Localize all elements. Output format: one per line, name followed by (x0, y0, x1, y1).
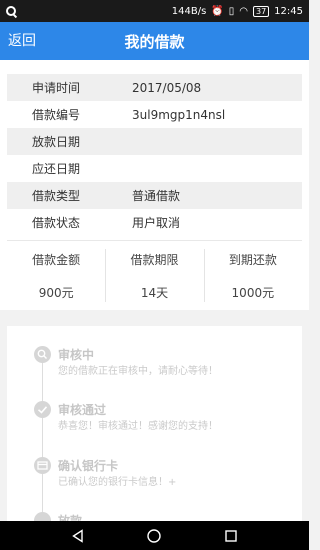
step-desc: 您的借款正在审核中，请耐心等待！ (58, 366, 218, 377)
stat-repayment: 到期还款 1000元 (203, 241, 302, 310)
detail-row-disburse-date: 放款日期 (7, 128, 302, 155)
network-speed: 144B/s (171, 5, 207, 17)
wifi-icon: ◠ (239, 5, 248, 17)
timeline-line (42, 348, 43, 521)
nav-bar: 返回 我的借款 (0, 22, 309, 60)
step-title: 审核中 (58, 348, 95, 362)
step-title: 确认银行卡 (58, 459, 119, 473)
money-icon (34, 512, 51, 521)
card-icon (34, 457, 51, 474)
recents-square-icon[interactable] (221, 526, 241, 546)
detail-key: 应还日期 (32, 162, 81, 176)
loan-progress-timeline: 审核中 您的借款正在审核中，请耐心等待！ 审核通过 恭喜您！审核通过！感谢您的支… (7, 326, 302, 521)
detail-row-due-date: 应还日期 (7, 155, 302, 182)
page-title: 我的借款 (124, 32, 185, 51)
stat-label: 借款金额 (32, 252, 81, 267)
alarm-icon: ⏰ (211, 5, 224, 17)
detail-key: 借款编号 (32, 108, 81, 122)
detail-row-loan-type: 借款类型 普通借款 (7, 182, 302, 209)
detail-key: 借款状态 (32, 216, 81, 230)
stat-label: 到期还款 (228, 252, 277, 267)
app-notification-icon (6, 6, 16, 16)
stat-loan-term: 借款期限 14天 (105, 241, 203, 310)
search-icon (34, 346, 51, 363)
stat-loan-amount: 借款金额 900元 (7, 241, 105, 310)
detail-key: 借款类型 (32, 189, 81, 203)
loan-detail-card: 申请时间 2017/05/08 借款编号 3ul9mgp1n4nsl 放款日期 … (0, 60, 309, 310)
detail-value: 普通借款 (132, 189, 181, 203)
step-desc: 已确认您的银行卡信息！+ (58, 477, 177, 488)
home-circle-icon[interactable] (144, 526, 164, 546)
vibrate-icon: ▯ (228, 5, 235, 17)
detail-row-loan-number: 借款编号 3ul9mgp1n4nsl (7, 101, 302, 128)
stat-value: 14天 (140, 285, 169, 300)
loan-stats: 借款金额 900元 借款期限 14天 到期还款 1000元 (7, 240, 302, 310)
detail-row-apply-time: 申请时间 2017/05/08 (7, 74, 302, 101)
stat-label: 借款期限 (130, 252, 179, 267)
step-title: 放款 (58, 514, 83, 521)
status-bar: 144B/s ⏰ ▯ ◠ 37 12:45 (0, 0, 309, 22)
detail-value: 2017/05/08 (132, 80, 202, 95)
back-button[interactable]: 返回 (8, 22, 36, 60)
battery-icon: 37 (252, 5, 270, 17)
stat-value: 900元 (38, 285, 74, 300)
loan-detail-list: 申请时间 2017/05/08 借款编号 3ul9mgp1n4nsl 放款日期 … (7, 74, 302, 236)
detail-value: 用户取消 (132, 216, 181, 230)
check-icon (34, 401, 51, 418)
detail-key: 申请时间 (32, 81, 81, 95)
step-title: 审核通过 (58, 403, 107, 417)
step-desc: 恭喜您！审核通过！感谢您的支持！ (58, 421, 218, 432)
detail-value: 3ul9mgp1n4nsl (132, 107, 226, 122)
back-triangle-icon[interactable] (68, 526, 88, 546)
stat-value: 1000元 (231, 285, 275, 300)
detail-row-loan-status: 借款状态 用户取消 (7, 209, 302, 236)
detail-key: 放款日期 (32, 135, 81, 149)
system-navigation-bar (0, 521, 309, 550)
clock: 12:45 (274, 5, 303, 17)
